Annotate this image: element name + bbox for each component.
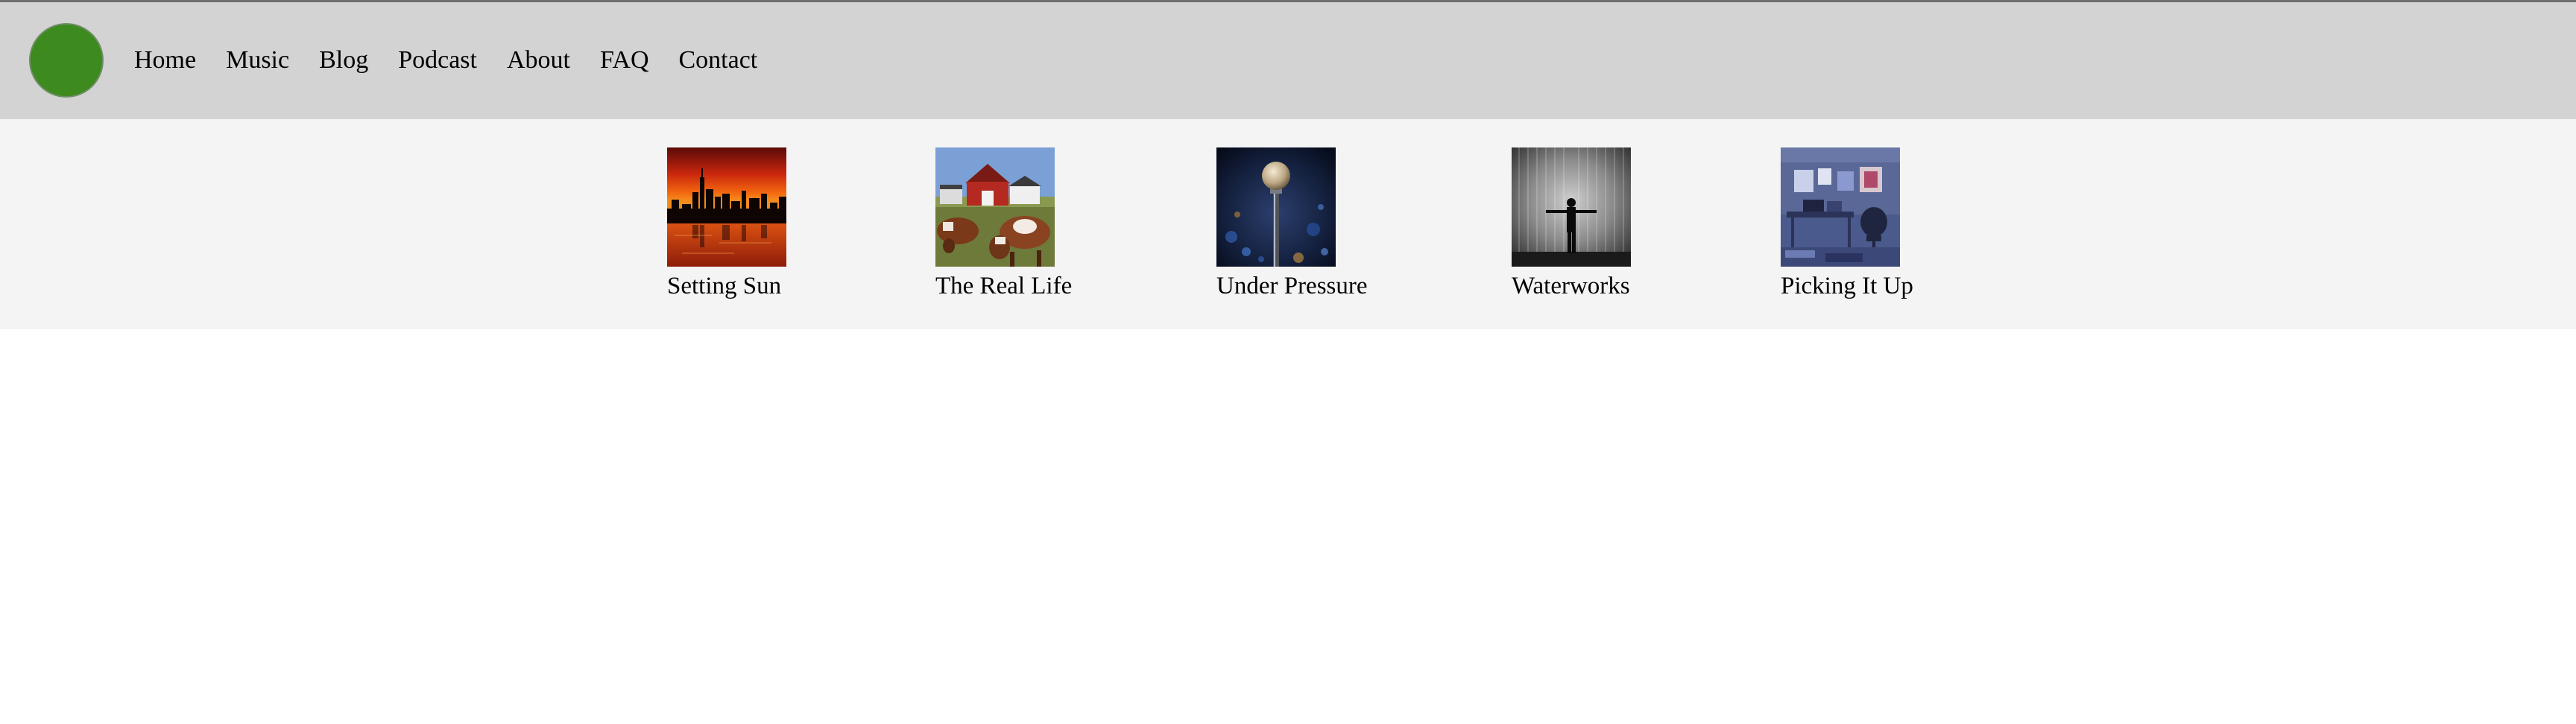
- gallery-tile-under-pressure[interactable]: Under Pressure: [1216, 147, 1368, 299]
- gallery-tile-the-real-life[interactable]: The Real Life: [935, 147, 1072, 299]
- tile-title[interactable]: Picking It Up: [1781, 273, 1913, 299]
- setting-sun-thumbnail[interactable]: [667, 147, 786, 267]
- tile-title[interactable]: Waterworks: [1512, 273, 1631, 299]
- nav-contact[interactable]: Contact: [679, 48, 758, 73]
- picking-it-up-thumbnail[interactable]: [1781, 147, 1900, 267]
- nav-blog[interactable]: Blog: [319, 48, 368, 73]
- under-pressure-thumbnail[interactable]: [1216, 147, 1336, 267]
- logo-circle[interactable]: [29, 23, 104, 98]
- nav-podcast[interactable]: Podcast: [398, 48, 477, 73]
- gallery-tile-picking-it-up[interactable]: Picking It Up: [1781, 147, 1913, 299]
- main-nav: Home Music Blog Podcast About FAQ Contac…: [134, 2, 787, 121]
- tile-title[interactable]: Setting Sun: [667, 273, 786, 299]
- nav-home[interactable]: Home: [134, 48, 196, 73]
- gallery-tile-setting-sun[interactable]: Setting Sun: [667, 147, 786, 299]
- tile-title[interactable]: Under Pressure: [1216, 273, 1368, 299]
- gallery-tile-waterworks[interactable]: Waterworks: [1512, 147, 1631, 299]
- site-header: Home Music Blog Podcast About FAQ Contac…: [0, 0, 2576, 119]
- waterworks-thumbnail[interactable]: [1512, 147, 1631, 267]
- nav-about[interactable]: About: [507, 48, 570, 73]
- song-gallery: Setting Sun The Real Life Under Pressure…: [0, 119, 2576, 329]
- nav-faq[interactable]: FAQ: [600, 48, 649, 73]
- tile-title[interactable]: The Real Life: [935, 273, 1072, 299]
- the-real-life-thumbnail[interactable]: [935, 147, 1055, 267]
- nav-music[interactable]: Music: [226, 48, 289, 73]
